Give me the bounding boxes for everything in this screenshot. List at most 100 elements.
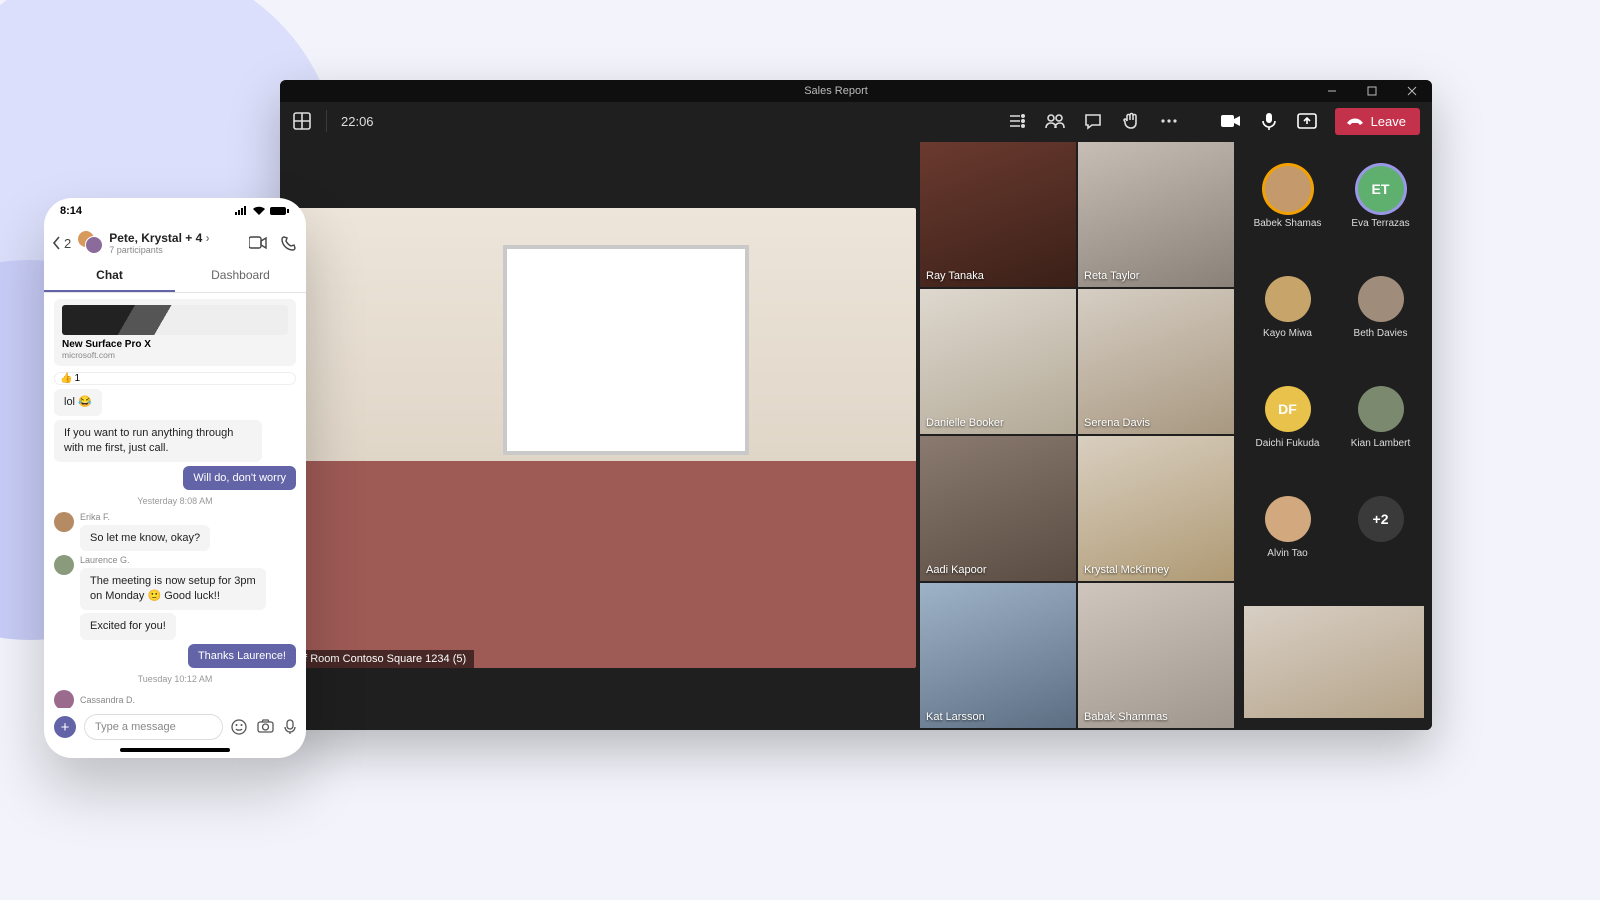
roster-panel: Babek Shamas ETEva Terrazas Kayo Miwa Beth … [1236, 140, 1432, 730]
avatar [1265, 496, 1311, 542]
window-maximize[interactable] [1352, 86, 1392, 96]
emoji-icon[interactable] [231, 719, 247, 735]
video-tile[interactable]: Aadi Kapoor [920, 436, 1076, 581]
avatar: DF [1265, 386, 1311, 432]
video-tile[interactable]: Kat Larsson [920, 583, 1076, 728]
tile-label: Kat Larsson [926, 711, 985, 723]
signal-icon [234, 206, 248, 216]
mic-icon[interactable] [284, 719, 296, 735]
leave-button[interactable]: Leave [1335, 108, 1420, 135]
video-tile[interactable] [1244, 606, 1424, 718]
tile-label: Serena Davis [1084, 417, 1150, 429]
avatar [1358, 276, 1404, 322]
roster-item[interactable]: Alvin Tao [1244, 496, 1331, 596]
roster-item[interactable]: Kian Lambert [1337, 386, 1424, 486]
home-indicator[interactable] [120, 748, 230, 752]
chat-title: Pete, Krystal + 4 [109, 231, 202, 245]
avatar[interactable] [54, 555, 74, 575]
tile-label: Babak Shammas [1084, 711, 1168, 723]
msg-out[interactable]: Thanks Laurence! [188, 644, 296, 668]
camera-icon[interactable] [257, 719, 274, 733]
roster-item[interactable]: DF Daichi Fukuda [1244, 386, 1331, 486]
meeting-window: Sales Report 22:06 Leave [280, 80, 1432, 730]
tile-label: Danielle Booker [926, 417, 1004, 429]
roster-name: Daichi Fukuda [1256, 438, 1320, 449]
group-avatars[interactable] [77, 230, 103, 256]
roster-name: Babek Shamas [1254, 218, 1322, 229]
more-icon[interactable] [1159, 111, 1179, 131]
link-source: microsoft.com [62, 350, 288, 360]
window-close[interactable] [1392, 86, 1432, 96]
video-tile[interactable]: Serena Davis [1078, 289, 1234, 434]
tile-label: Aadi Kapoor [926, 564, 987, 576]
video-call-icon[interactable] [249, 236, 267, 250]
chat-subtitle: 7 participants [109, 245, 243, 255]
room-label: nf Room Contoso Square 1234 (5) [290, 650, 474, 668]
video-tile[interactable]: Danielle Booker [920, 289, 1076, 434]
avatar[interactable] [54, 690, 74, 708]
phone-statusbar: 8:14 [44, 198, 306, 224]
audio-call-icon[interactable] [281, 236, 296, 251]
tab-chat[interactable]: Chat [44, 260, 175, 292]
video-tile[interactable]: Reta Taylor [1078, 142, 1234, 287]
roster-name: Kian Lambert [1351, 438, 1410, 449]
phone-mockup: 8:14 2 Pete, Krystal + 4 › 7 participant… [44, 198, 306, 758]
msg-in[interactable]: If you want to run anything through with… [54, 420, 262, 462]
msg-in[interactable]: So let me know, okay? [80, 525, 210, 552]
timestamp: Tuesday 10:12 AM [54, 674, 296, 684]
timestamp: Yesterday 8:08 AM [54, 496, 296, 506]
roster-name: Kayo Miwa [1263, 328, 1312, 339]
video-tile[interactable]: Krystal McKinney [1078, 436, 1234, 581]
link-card[interactable]: New Surface Pro X microsoft.com [54, 299, 296, 366]
mic-toggle-icon[interactable] [1259, 111, 1279, 131]
roster-name: Eva Terrazas [1351, 218, 1409, 229]
roster-name: Beth Davies [1354, 328, 1408, 339]
chat-title-block[interactable]: Pete, Krystal + 4 › 7 participants [109, 231, 243, 255]
window-title: Sales Report [360, 85, 1312, 97]
video-tile[interactable]: Ray Tanaka [920, 142, 1076, 287]
sender-name: Laurence G. [80, 555, 296, 565]
layout-icon[interactable] [292, 111, 312, 131]
roster-name: Alvin Tao [1267, 548, 1307, 559]
window-minimize[interactable] [1312, 86, 1352, 96]
roster-overflow[interactable]: +2 [1337, 496, 1424, 596]
chat-icon[interactable] [1083, 111, 1103, 131]
roster-item[interactable]: Beth Davies [1337, 276, 1424, 376]
sender-name: Erika F. [80, 512, 296, 522]
avatar [1358, 386, 1404, 432]
phone-time: 8:14 [60, 205, 82, 217]
raise-hand-icon[interactable] [1121, 111, 1141, 131]
compose-add-button[interactable]: + [54, 716, 76, 738]
overflow-count: +2 [1358, 496, 1404, 542]
tab-dashboard[interactable]: Dashboard [175, 260, 306, 292]
pinned-room-video[interactable]: nf Room Contoso Square 1234 (5) [290, 208, 916, 668]
link-thumb [62, 305, 288, 335]
avatar [1265, 276, 1311, 322]
wifi-icon [252, 206, 266, 216]
camera-toggle-icon[interactable] [1221, 111, 1241, 131]
people-icon[interactable] [1045, 111, 1065, 131]
msg-out[interactable]: Will do, don't worry [183, 466, 296, 490]
roster-item[interactable]: ETEva Terrazas [1337, 166, 1424, 266]
meeting-timer: 22:06 [341, 114, 374, 129]
video-tile[interactable]: Babak Shammas [1078, 583, 1234, 728]
battery-icon [270, 206, 290, 216]
tile-label: Ray Tanaka [926, 270, 984, 282]
message-input[interactable]: Type a message [84, 714, 223, 740]
roster-item[interactable]: Babek Shamas [1244, 166, 1331, 266]
msg-in[interactable]: lol 😂 [54, 389, 102, 416]
link-title: New Surface Pro X [62, 339, 288, 350]
tile-label: Reta Taylor [1084, 270, 1139, 282]
sender-name: Cassandra D. [80, 695, 135, 705]
msg-in[interactable]: The meeting is now setup for 3pm on Mond… [80, 568, 266, 610]
avatar [1265, 166, 1311, 212]
video-grid: Ray Tanaka Reta Taylor Danielle Booker Sere… [920, 140, 1236, 730]
tile-label: Krystal McKinney [1084, 564, 1169, 576]
msg-in[interactable]: Excited for you! [80, 613, 176, 640]
share-screen-icon[interactable] [1297, 111, 1317, 131]
roster-item[interactable]: Kayo Miwa [1244, 276, 1331, 376]
reaction-chip[interactable]: 👍 1 [54, 372, 296, 385]
participants-list-icon[interactable] [1007, 111, 1027, 131]
avatar[interactable] [54, 512, 74, 532]
back-button[interactable]: 2 [52, 236, 71, 251]
